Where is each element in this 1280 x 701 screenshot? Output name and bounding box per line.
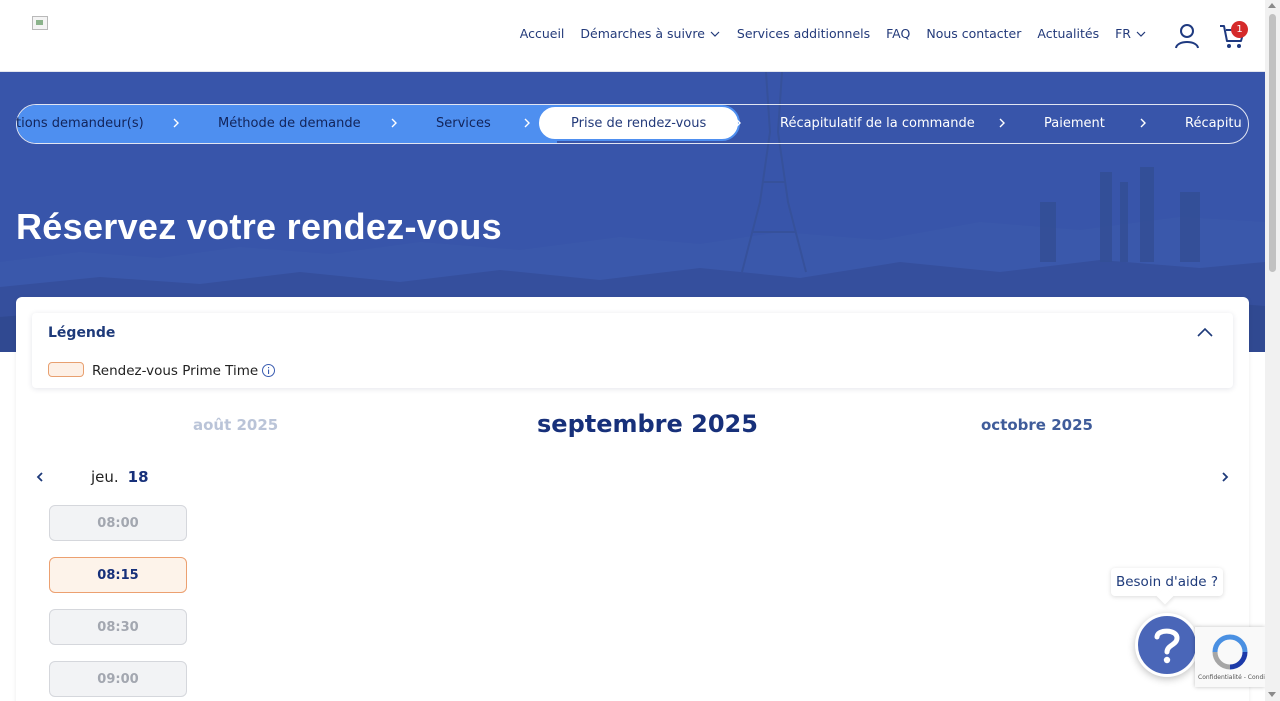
nav-demarches[interactable]: Démarches à suivre	[580, 26, 720, 41]
chevron-left-icon[interactable]	[33, 470, 47, 484]
nav-actualites[interactable]: Actualités	[1037, 26, 1099, 41]
step-recapitulatif-commande[interactable]: Récapitulatif de la commande	[780, 104, 975, 142]
chevron-down-icon	[1136, 31, 1146, 37]
step-methode-demande[interactable]: Méthode de demande	[218, 104, 361, 142]
page-scrollbar[interactable]	[1265, 0, 1280, 701]
day-header: jeu. 18	[91, 468, 149, 486]
language-selector[interactable]: FR	[1115, 26, 1147, 41]
chevron-right-icon[interactable]	[1218, 470, 1232, 484]
scroll-down-arrow[interactable]	[1268, 692, 1276, 697]
time-slot-prime[interactable]: 08:15	[49, 557, 187, 593]
page-title: Réservez votre rendez-vous	[16, 206, 502, 247]
prime-time-swatch	[48, 362, 84, 377]
recaptcha-badge[interactable]: Confidentialité - Conditions	[1195, 627, 1280, 687]
time-slot[interactable]: 08:00	[49, 505, 187, 541]
chevron-right-icon	[999, 118, 1005, 128]
recaptcha-icon	[1212, 634, 1248, 670]
time-slot[interactable]: 08:30	[49, 609, 187, 645]
nav-services-additionnels[interactable]: Services additionnels	[737, 26, 870, 41]
nav-faq[interactable]: FAQ	[886, 26, 910, 41]
site-header: Accueil Démarches à suivre Services addi…	[0, 0, 1265, 72]
question-mark-icon	[1154, 628, 1180, 664]
user-icon[interactable]	[1173, 22, 1201, 50]
logo-image[interactable]	[32, 16, 48, 30]
time-slot[interactable]: 09:00	[49, 661, 187, 697]
step-services[interactable]: Services	[436, 104, 491, 142]
prime-time-label: Rendez-vous Prime Time	[92, 363, 259, 379]
help-tooltip: Besoin d'aide ?	[1111, 568, 1223, 596]
scroll-thumb[interactable]	[1269, 14, 1276, 272]
month-current: septembre 2025	[537, 410, 758, 438]
chevron-right-icon	[735, 118, 741, 128]
month-next[interactable]: octobre 2025	[981, 416, 1093, 434]
help-button[interactable]	[1135, 613, 1199, 677]
step-paiement[interactable]: Paiement	[1044, 104, 1105, 142]
nav-accueil[interactable]: Accueil	[520, 26, 565, 41]
legend-panel: Légende Rendez-vous Prime Time	[32, 313, 1233, 388]
chevron-right-icon	[391, 118, 397, 128]
chevron-right-icon	[173, 118, 179, 128]
info-icon[interactable]	[261, 363, 276, 378]
step-recapitulatif[interactable]: Récapitul	[1185, 104, 1243, 142]
chevron-right-icon	[524, 118, 530, 128]
chevron-up-icon[interactable]	[1195, 323, 1215, 343]
legend-title: Légende	[48, 325, 116, 341]
scroll-up-arrow[interactable]	[1268, 3, 1276, 8]
step-prise-rendez-vous[interactable]: Prise de rendez-vous	[537, 105, 741, 141]
main-nav: Accueil Démarches à suivre Services addi…	[520, 26, 1147, 41]
chevron-down-icon	[710, 31, 720, 37]
month-prev[interactable]: août 2025	[193, 416, 278, 434]
nav-contact[interactable]: Nous contacter	[926, 26, 1021, 41]
chevron-right-icon	[1140, 118, 1146, 128]
step-informations-demandeurs[interactable]: tions demandeur(s)	[16, 104, 144, 142]
cart-count-badge: 1	[1231, 21, 1248, 38]
